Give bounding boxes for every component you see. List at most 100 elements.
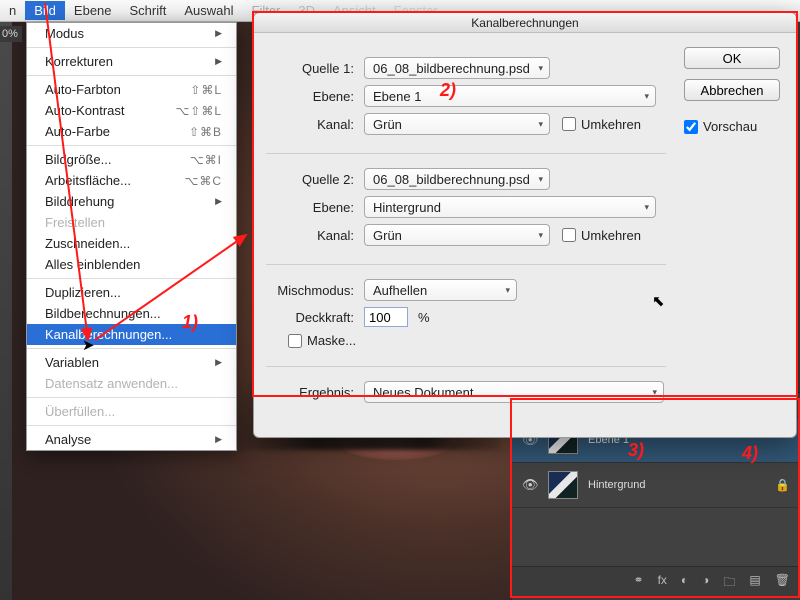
chevron-down-icon: ▾: [644, 92, 649, 100]
menu-auto-farbton[interactable]: Auto-Farbton ⇧⌘L: [27, 79, 236, 100]
kanalberechnungen-dialog: Kanalberechnungen Quelle 1: 06_08_bildbe…: [253, 12, 797, 438]
new-layer-icon[interactable]: ▤: [749, 573, 760, 594]
ebene-label: Ebene:: [266, 89, 364, 104]
menu-shortcut: ⌥⌘I: [190, 153, 222, 167]
menu-auto-farbe[interactable]: Auto-Farbe⇧⌘B: [27, 121, 236, 142]
menu-label: Kanalberechnungen...: [45, 327, 172, 342]
quelle2-label: Quelle 2:: [266, 172, 364, 187]
menu-bilddrehung[interactable]: Bilddrehung: [27, 191, 236, 212]
menu-label: Freistellen: [45, 215, 105, 230]
menu-alles-einblenden[interactable]: Alles einblenden: [27, 254, 236, 275]
bild-menu-dropdown: Modus Korrekturen Auto-Farbton ⇧⌘L Auto-K…: [26, 22, 237, 451]
ergebnis-select[interactable]: Neues Dokument▾: [364, 381, 664, 403]
select-value: 06_08_bildberechnung.psd: [373, 172, 530, 187]
q2-umkehren-checkbox[interactable]: Umkehren: [562, 228, 641, 243]
fx-icon[interactable]: fx: [658, 573, 667, 594]
chevron-down-icon: ▾: [538, 64, 543, 72]
q2-kanal-select[interactable]: Grün ▾: [364, 224, 550, 246]
select-value: 06_08_bildberechnung.psd: [373, 61, 530, 76]
menubar-item-schrift[interactable]: Schrift: [121, 1, 176, 20]
menu-korrekturen[interactable]: Korrekturen: [27, 51, 236, 72]
chevron-down-icon: ▾: [505, 286, 510, 294]
menu-label: Auto-Farbe: [45, 124, 110, 139]
menu-arbeitsflaeche[interactable]: Arbeitsfläche... ⌥⌘C: [27, 170, 236, 191]
q2-ebene-select[interactable]: Hintergrund▾: [364, 196, 656, 218]
mischmodus-label: Mischmodus:: [266, 283, 364, 298]
mask-icon[interactable]: ◐: [681, 573, 688, 594]
link-icon[interactable]: ⚭: [634, 573, 644, 594]
menu-duplizieren[interactable]: Duplizieren...: [27, 282, 236, 303]
layer-thumbnail[interactable]: [548, 471, 578, 499]
maske-checkbox[interactable]: Maske...: [288, 333, 356, 348]
menu-label: Bildgröße...: [45, 152, 111, 167]
visibility-icon[interactable]: 👁: [522, 477, 538, 493]
menu-bildberechnungen[interactable]: Bildberechnungen...: [27, 303, 236, 324]
quelle1-select[interactable]: 06_08_bildberechnung.psd ▾: [364, 57, 550, 79]
menubar-item-ebene[interactable]: Ebene: [65, 1, 121, 20]
menu-datensatz: Datensatz anwenden...: [27, 373, 236, 394]
menu-label: Duplizieren...: [45, 285, 121, 300]
quelle1-label: Quelle 1:: [266, 61, 364, 76]
menu-kanalberechnungen[interactable]: Kanalberechnungen...: [27, 324, 236, 345]
menu-shortcut: ⌥⇧⌘L: [175, 104, 222, 118]
deckkraft-label: Deckkraft:: [266, 310, 364, 325]
select-value: Grün: [373, 228, 402, 243]
menubar-item-bild[interactable]: Bild: [25, 1, 65, 20]
menu-modus[interactable]: Modus: [27, 23, 236, 44]
checkbox-label: Maske...: [307, 333, 356, 348]
menu-label: Arbeitsfläche...: [45, 173, 131, 188]
dialog-title: Kanalberechnungen: [254, 13, 796, 33]
deckkraft-input[interactable]: [364, 307, 408, 327]
menu-label: Korrekturen: [45, 54, 113, 69]
q1-umkehren-checkbox[interactable]: Umkehren: [562, 117, 641, 132]
menu-shortcut: ⇧⌘L: [190, 83, 222, 97]
menu-label: Analyse: [45, 432, 91, 447]
menubar-item-prev[interactable]: n: [0, 1, 25, 20]
layers-bottom-bar: ⚭ fx ◐ ◑ 🗀 ▤ 🗑: [512, 566, 800, 600]
folder-icon[interactable]: 🗀: [723, 573, 735, 594]
menu-freistellen: Freistellen: [27, 212, 236, 233]
menu-label: Bilddrehung: [45, 194, 114, 209]
checkbox-label: Umkehren: [581, 228, 641, 243]
menu-zuschneiden[interactable]: Zuschneiden...: [27, 233, 236, 254]
kanal2-label: Kanal:: [266, 228, 364, 243]
checkbox-label: Vorschau: [703, 119, 757, 134]
select-value: Neues Dokument: [373, 385, 473, 400]
menubar-item-auswahl[interactable]: Auswahl: [175, 1, 242, 20]
select-value: Grün: [373, 117, 402, 132]
chevron-down-icon: ▾: [644, 203, 649, 211]
menu-variablen[interactable]: Variablen: [27, 352, 236, 373]
menu-label: Modus: [45, 26, 84, 41]
q1-kanal-select[interactable]: Grün ▾: [364, 113, 550, 135]
q1-ebene-select[interactable]: Ebene 1▾: [364, 85, 656, 107]
kanal-label: Kanal:: [266, 117, 364, 132]
ebene2-label: Ebene:: [266, 200, 364, 215]
trash-icon[interactable]: 🗑: [775, 573, 790, 594]
select-value: Aufhellen: [373, 283, 427, 298]
menu-bildgroesse[interactable]: Bildgröße... ⌥⌘I: [27, 149, 236, 170]
checkbox-label: Umkehren: [581, 117, 641, 132]
menu-label: Variablen: [45, 355, 99, 370]
mischmodus-select[interactable]: Aufhellen ▾: [364, 279, 517, 301]
vorschau-checkbox[interactable]: Vorschau: [684, 119, 757, 134]
menu-label: Datensatz anwenden...: [45, 376, 178, 391]
menu-auto-kontrast[interactable]: Auto-Kontrast⌥⇧⌘L: [27, 100, 236, 121]
layer-name: Hintergrund: [588, 479, 775, 491]
ergebnis-label: Ergebnis:: [266, 385, 364, 400]
ok-button[interactable]: OK: [684, 47, 780, 69]
chevron-down-icon: ▾: [538, 231, 543, 239]
abbrechen-button[interactable]: Abbrechen: [684, 79, 780, 101]
left-toolbar-strip: [0, 22, 12, 600]
chevron-down-icon: ▾: [538, 175, 543, 183]
menu-analyse[interactable]: Analyse: [27, 429, 236, 450]
lock-icon: 🔒: [775, 478, 790, 492]
layer-row[interactable]: 👁 Hintergrund 🔒: [512, 463, 800, 508]
menu-label: Zuschneiden...: [45, 236, 130, 251]
menu-label: Bildberechnungen...: [45, 306, 161, 321]
menu-label: Überfüllen...: [45, 404, 115, 419]
chevron-down-icon: ▾: [538, 120, 543, 128]
adjustment-icon[interactable]: ◑: [702, 573, 709, 594]
menu-shortcut: ⌥⌘C: [185, 174, 223, 188]
menu-label: Auto-Farbton: [45, 82, 121, 97]
quelle2-select[interactable]: 06_08_bildberechnung.psd ▾: [364, 168, 550, 190]
